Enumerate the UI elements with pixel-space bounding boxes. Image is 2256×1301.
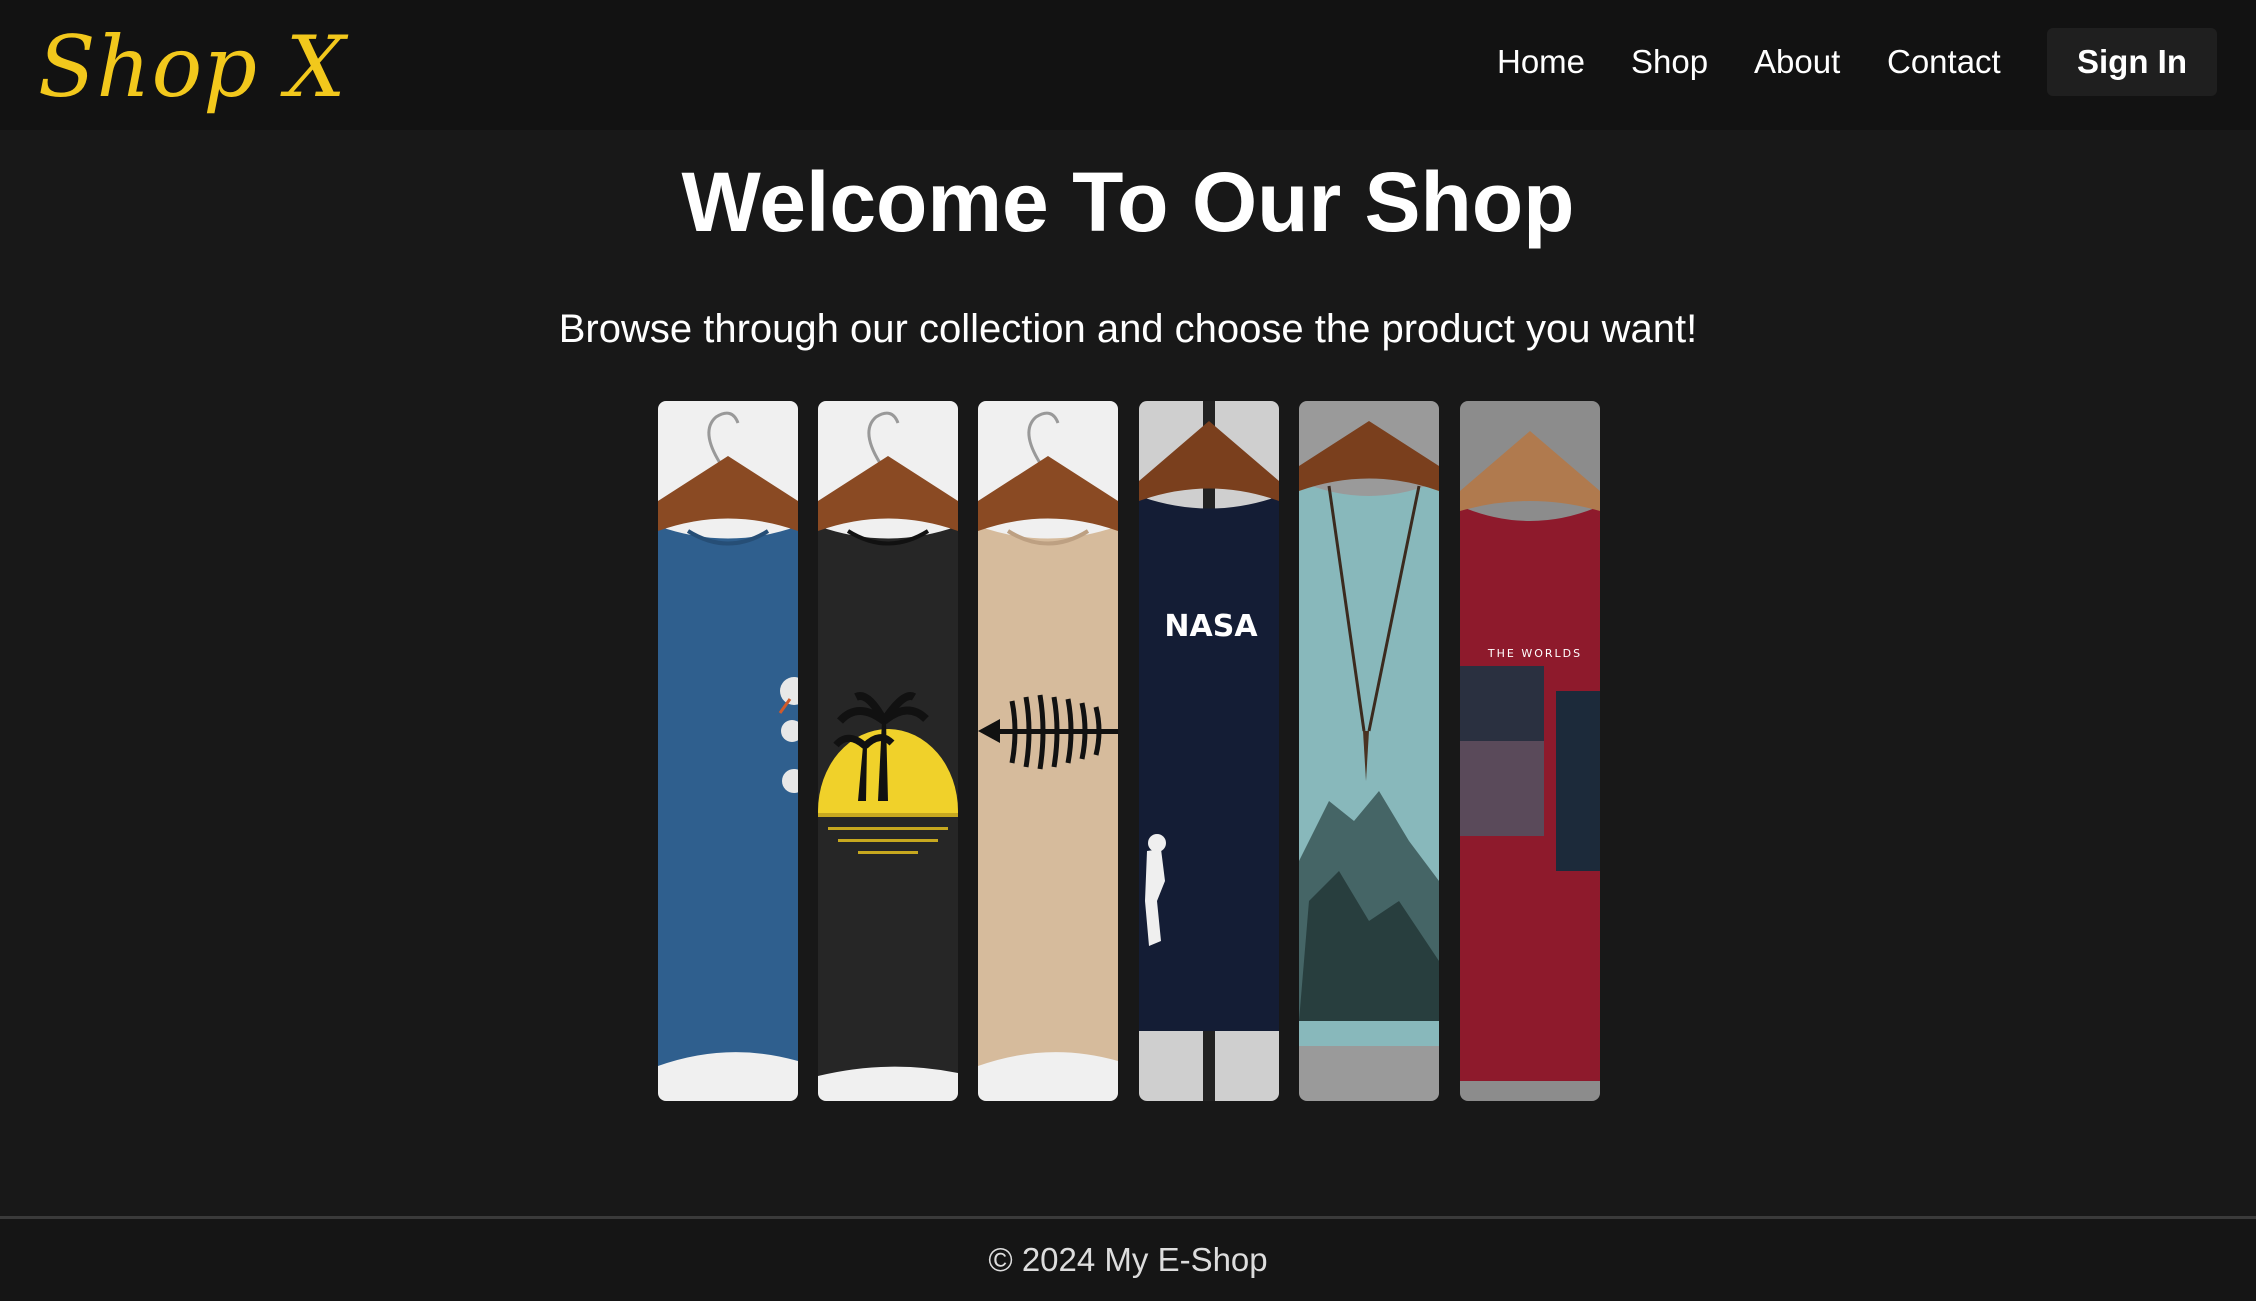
product-image-5 — [1299, 401, 1439, 1101]
product-image-3 — [978, 401, 1118, 1101]
product-card-3[interactable] — [978, 401, 1118, 1101]
product-card-6[interactable]: THE WORLDS — [1460, 401, 1600, 1101]
product-image-6: THE WORLDS — [1460, 401, 1600, 1101]
footer: © 2024 My E-Shop — [0, 1216, 2256, 1301]
product-card-5[interactable] — [1299, 401, 1439, 1101]
product-image-2 — [818, 401, 958, 1101]
product-card-1[interactable] — [658, 401, 798, 1101]
product-card-2[interactable] — [818, 401, 958, 1101]
page-subtitle: Browse through our collection and choose… — [558, 307, 1698, 351]
product-gallery: NASA THE WORLDS — [658, 401, 1600, 1101]
sign-in-button[interactable]: Sign In — [2047, 28, 2217, 96]
copyright-text: © 2024 My E-Shop — [988, 1241, 1268, 1278]
product-image-1 — [658, 401, 798, 1101]
product-image-4: NASA — [1139, 401, 1279, 1101]
nav-shop[interactable]: Shop — [1631, 36, 1708, 88]
nav-home[interactable]: Home — [1497, 36, 1585, 88]
worlds-print-text: THE WORLDS — [1487, 647, 1582, 660]
nav-contact[interactable]: Contact — [1887, 36, 2001, 88]
navbar: Shop X Home Shop About Contact Sign In — [0, 0, 2256, 130]
product-card-4[interactable]: NASA — [1139, 401, 1279, 1101]
nav-about[interactable]: About — [1754, 36, 1840, 88]
page-title: Welcome To Our Shop — [681, 155, 1575, 249]
logo[interactable]: Shop X — [38, 12, 347, 122]
nasa-print-text: NASA — [1164, 609, 1258, 644]
